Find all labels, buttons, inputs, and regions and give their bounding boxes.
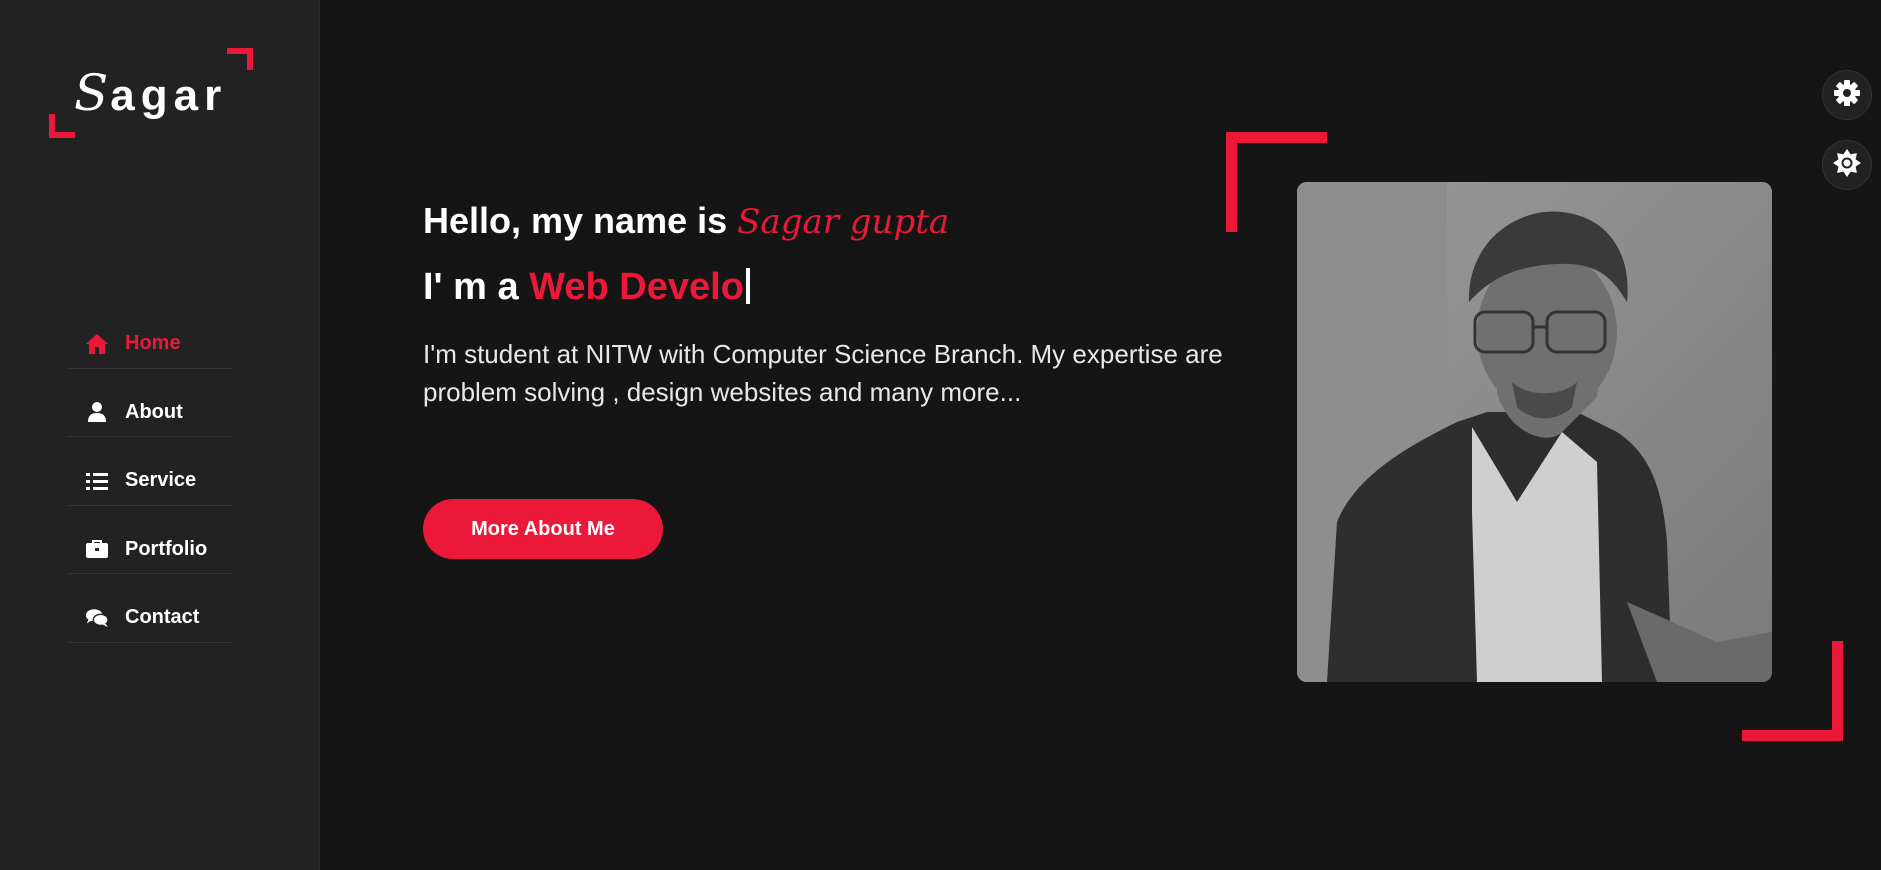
- hero-section: Hello, my name is Sagar gupta I' m a Web…: [423, 200, 1243, 559]
- nav-item-contact[interactable]: Contact: [67, 574, 233, 643]
- nav-item-about[interactable]: About: [67, 369, 233, 437]
- nav-label-home: Home: [125, 332, 181, 355]
- hero-greeting: Hello, my name is Sagar gupta: [423, 200, 1243, 242]
- logo-rest: agar: [110, 71, 228, 120]
- nav-label-service: Service: [125, 469, 197, 492]
- logo-text: Sagar: [74, 64, 227, 122]
- nav-item-home[interactable]: Home: [67, 300, 233, 369]
- user-icon: [85, 401, 109, 423]
- role-typed-text: Web Develo: [529, 266, 744, 308]
- nav-label-portfolio: Portfolio: [125, 537, 208, 560]
- briefcase-icon: [85, 538, 109, 560]
- profile-photo-frame: [1226, 132, 1843, 741]
- role-prefix: I' m a: [423, 266, 530, 308]
- logo-corner-bottom-left: [49, 114, 75, 138]
- logo-initial: S: [74, 64, 111, 122]
- sun-icon: [1832, 148, 1862, 183]
- comments-icon: [85, 607, 109, 629]
- main-nav: Home About Service Portfolio Contact: [67, 300, 233, 643]
- gear-icon: [1833, 79, 1861, 112]
- profile-photo: [1297, 182, 1772, 682]
- home-icon: [85, 333, 109, 355]
- hero-role: I' m a Web Develo: [423, 266, 1243, 309]
- hero-intro: I'm student at NITW with Computer Scienc…: [423, 339, 1223, 407]
- nav-label-contact: Contact: [125, 606, 200, 629]
- hero-name: Sagar gupta: [737, 202, 950, 242]
- typing-cursor: [745, 268, 750, 304]
- settings-toggle-button[interactable]: [1822, 70, 1872, 120]
- greeting-text: Hello, my name is: [423, 200, 738, 241]
- logo-corner-top-right: [227, 48, 253, 70]
- theme-toggle-button[interactable]: [1822, 140, 1872, 190]
- list-icon: [85, 470, 109, 492]
- nav-label-about: About: [125, 400, 183, 423]
- more-about-me-button[interactable]: More About Me: [423, 499, 663, 559]
- nav-item-portfolio[interactable]: Portfolio: [67, 506, 233, 574]
- nav-item-service[interactable]: Service: [67, 437, 233, 506]
- logo[interactable]: Sagar: [49, 48, 253, 138]
- sidebar: Sagar Home About Service Portfolio Conta…: [0, 0, 320, 870]
